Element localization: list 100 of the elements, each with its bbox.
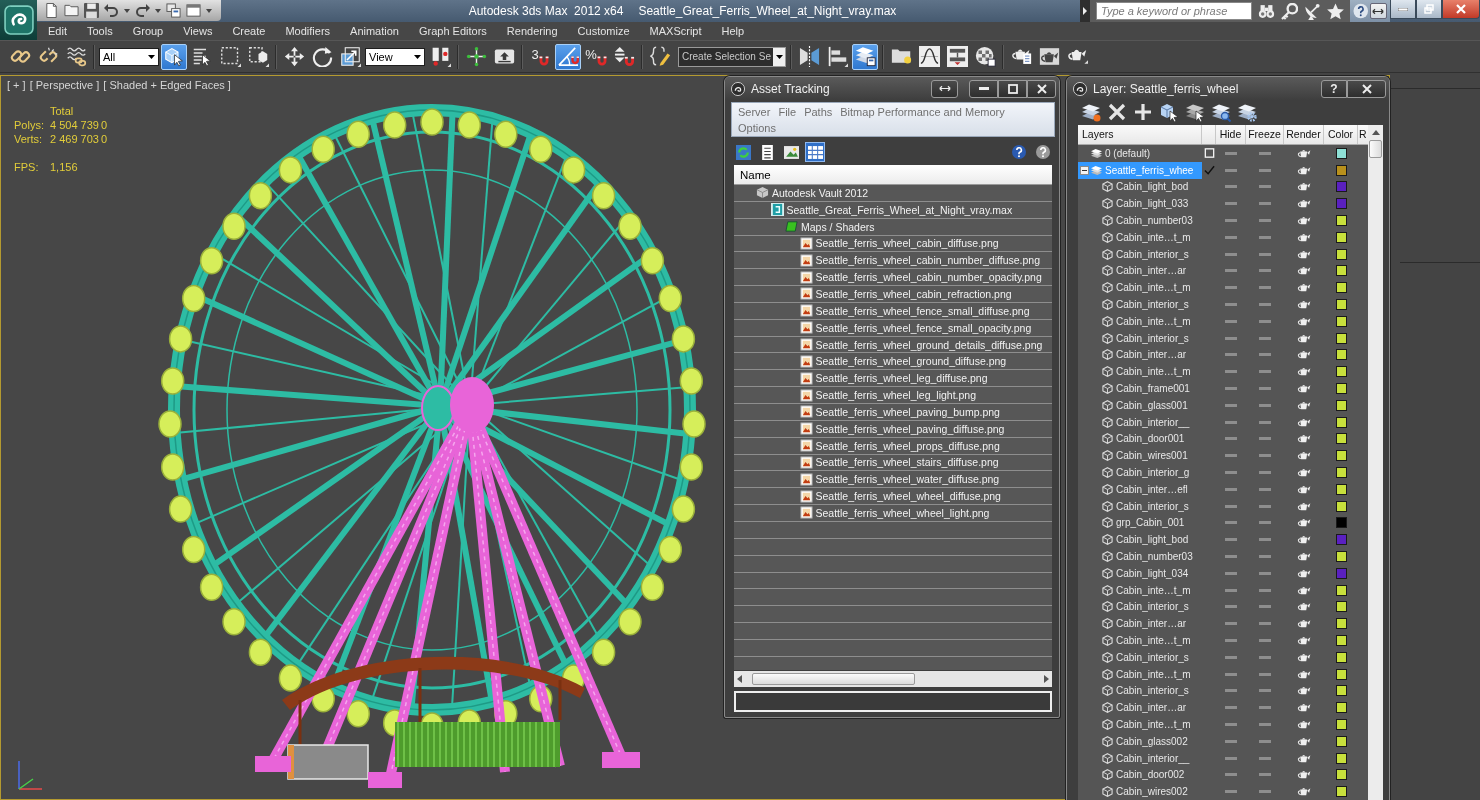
teapot-icon[interactable] (1297, 451, 1311, 461)
teapot-icon[interactable] (1297, 468, 1311, 478)
teapot-icon[interactable] (1297, 316, 1311, 326)
checkbox-icon[interactable] (1203, 148, 1215, 159)
asset-tree-item[interactable]: Seattle_ferris_wheel_wheel_light.png (734, 505, 1052, 522)
teapot-icon[interactable] (1297, 434, 1311, 444)
menu-item[interactable]: MAXScript (639, 22, 712, 40)
close-button[interactable] (1347, 79, 1386, 98)
arrow-tab-icon[interactable] (1080, 0, 1090, 22)
scrollbar-thumb[interactable] (1369, 140, 1382, 158)
teapot-icon[interactable] (1297, 232, 1311, 242)
up-arrow-icon[interactable] (1371, 130, 1380, 135)
asset-tree-item[interactable]: Seattle_ferris_wheel_paving_diffuse.png (734, 420, 1052, 438)
left-arrow-icon[interactable] (737, 675, 742, 683)
redo-icon[interactable] (135, 3, 150, 18)
color-swatch-icon[interactable] (1335, 231, 1347, 243)
teapot-icon[interactable] (1297, 216, 1311, 226)
dock-button[interactable] (1369, 3, 1387, 19)
asset-tree-item[interactable]: Seattle_ferris_wheel_wheel_diffuse.png (734, 488, 1052, 506)
asset-tree-item[interactable]: Seattle_ferris_wheel_stairs_diffuse.png (734, 454, 1052, 472)
menu-item[interactable]: Tools (76, 22, 123, 40)
layer-item[interactable]: Cabin_wires002 (1078, 783, 1202, 800)
layer-item[interactable]: Cabin_light_bod (1078, 531, 1202, 549)
horizontal-scrollbar[interactable] (734, 671, 1052, 687)
asset-tree-item[interactable]: Seattle_ferris_wheel_cabin_number_opacity.png (734, 269, 1052, 287)
layer-item[interactable]: Cabin_inte…t_m (1078, 632, 1202, 649)
teapot-icon[interactable] (1297, 602, 1311, 612)
right-arrow-icon[interactable] (1044, 675, 1049, 683)
caret-icon[interactable] (155, 8, 161, 13)
asset-tree-item[interactable]: Maps / Shaders (734, 218, 1052, 236)
asset-tree-item[interactable]: Seattle_ferris_wheel_props_diffuse.png (734, 437, 1052, 455)
caret-icon[interactable] (206, 8, 212, 13)
teapot-icon[interactable] (1297, 182, 1311, 192)
menu-item[interactable]: Server (734, 104, 775, 120)
close-button[interactable] (1027, 79, 1056, 98)
color-swatch-icon[interactable] (1335, 551, 1347, 562)
teapot-icon[interactable] (1297, 720, 1311, 729)
teapot-icon[interactable] (1297, 283, 1311, 293)
collapse-box-icon[interactable] (1080, 165, 1089, 175)
teapot-icon[interactable] (1297, 165, 1311, 175)
color-swatch-icon[interactable] (1335, 147, 1347, 159)
color-swatch-icon[interactable] (1335, 315, 1347, 327)
color-swatch-icon[interactable] (1335, 181, 1347, 193)
teapot-icon[interactable] (1297, 736, 1311, 746)
curve-editor-button[interactable] (916, 43, 942, 70)
percent-snap-button[interactable]: % (583, 43, 609, 70)
color-swatch-icon[interactable] (1335, 467, 1347, 479)
teapot-icon[interactable] (1297, 501, 1311, 511)
color-swatch-icon[interactable] (1335, 433, 1347, 445)
teapot-icon[interactable] (1297, 199, 1311, 209)
color-swatch-icon[interactable] (1335, 215, 1347, 227)
teapot-icon[interactable] (1297, 384, 1311, 394)
asset-tree-item[interactable]: Seattle_ferris_wheel_leg_light.png (734, 387, 1052, 404)
document-icon[interactable] (44, 3, 59, 18)
satellite-dish-icon[interactable] (1304, 2, 1321, 20)
layer-item[interactable]: Cabin_wires001 (1078, 447, 1202, 465)
color-swatch-icon[interactable] (1335, 282, 1347, 294)
menu-item[interactable]: File (774, 104, 801, 120)
key-icon[interactable] (1281, 2, 1298, 20)
teapot-icon[interactable] (1297, 535, 1311, 545)
layer-item[interactable]: Cabin_light_034 (1078, 564, 1202, 582)
viewport-menu-label[interactable]: [ Shaded + Edged Faces ] (103, 78, 231, 92)
menu-item[interactable]: Rendering (496, 22, 568, 40)
layer-item[interactable]: grp_Cabin_001 (1078, 514, 1202, 532)
asset-tree-item[interactable]: Seattle_ferris_wheel_cabin_number_diffuse.png (734, 252, 1052, 270)
column-header[interactable]: Freeze (1246, 125, 1284, 144)
layer-item[interactable]: Cabin_interior_s (1078, 497, 1202, 515)
folder-icon[interactable] (64, 3, 79, 18)
column-header[interactable]: Render (1284, 125, 1324, 144)
color-swatch-icon[interactable] (1335, 366, 1347, 378)
asset-tree-item[interactable]: Seattle_ferris_wheel_ground_diffuse.png (734, 353, 1052, 371)
refresh-button[interactable] (733, 142, 753, 162)
teapot-icon[interactable] (1297, 300, 1311, 310)
layer-item[interactable]: Cabin_inter…ar (1078, 615, 1202, 633)
column-header[interactable]: Layers (1078, 125, 1202, 144)
path-input-field[interactable] (734, 691, 1052, 712)
minimize-button[interactable] (969, 79, 998, 98)
layer-item[interactable]: Cabin_interior_g (1078, 464, 1202, 481)
teapot-icon[interactable] (1297, 148, 1311, 158)
dropdown[interactable]: View (365, 47, 425, 66)
layer-item[interactable]: Cabin_interior_s (1078, 648, 1202, 666)
window-icon[interactable] (186, 3, 201, 18)
angle-snap-button[interactable] (555, 43, 581, 70)
layer-item[interactable]: Cabin_inte…t_m (1078, 716, 1202, 733)
checkmark-icon[interactable] (1203, 165, 1215, 176)
layer-item[interactable]: Cabin_inte…t_m (1078, 312, 1202, 330)
layer-item[interactable]: 0 (default) (1078, 145, 1202, 162)
restore-button[interactable] (1416, 0, 1442, 19)
menu-item[interactable]: Views (173, 22, 223, 40)
menu-item[interactable]: Graph Editors (408, 22, 497, 40)
asset-tree-item[interactable]: Seattle_ferris_wheel_paving_bump.png (734, 403, 1052, 421)
teapot-icon[interactable] (1297, 333, 1311, 343)
color-swatch-icon[interactable] (1335, 248, 1347, 260)
schematic-view-button[interactable] (944, 43, 970, 70)
menu-item[interactable]: Group (122, 22, 174, 40)
teapot-icon[interactable] (1297, 400, 1311, 410)
layer-item[interactable]: Cabin_interior_s (1078, 682, 1202, 700)
teapot-icon[interactable] (1297, 686, 1311, 696)
color-swatch-icon[interactable] (1335, 450, 1347, 462)
color-swatch-icon[interactable] (1335, 769, 1347, 781)
